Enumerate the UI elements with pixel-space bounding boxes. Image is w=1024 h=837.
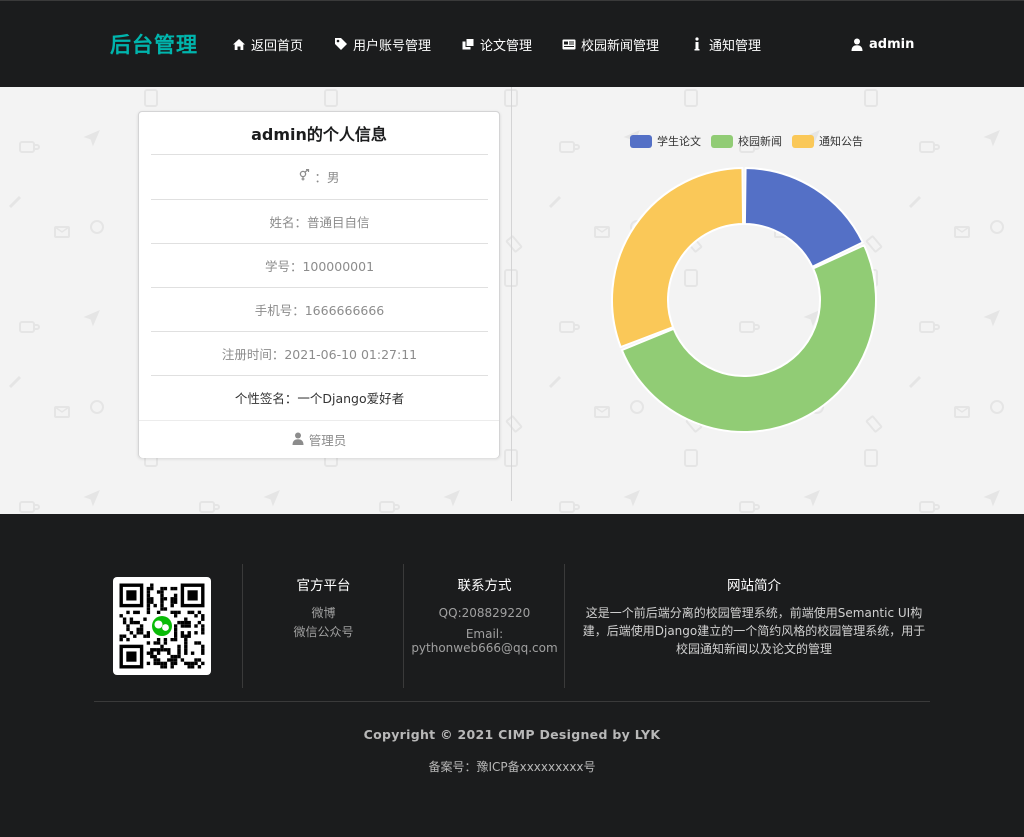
donut-slice-2[interactable]	[611, 167, 745, 349]
home-icon	[232, 37, 246, 51]
profile-role-footer: 管理员	[139, 420, 499, 458]
footer-about-column: 网站简介 这是一个前后端分离的校园管理系统，前端使用Semantic UI构建，…	[580, 574, 928, 658]
profile-student-id-row: 学号：100000001	[151, 243, 488, 287]
footer-divider	[242, 564, 243, 688]
footer-platform-column: 官方平台 微博 微信公众号	[252, 574, 395, 642]
profile-register-time: 注册时间：2021-06-10 01:27:11	[221, 347, 418, 362]
footer-about-title: 网站简介	[727, 578, 781, 594]
wechat-qr-code	[113, 577, 211, 675]
footer-contact-title: 联系方式	[457, 578, 512, 594]
footer-divider	[564, 564, 565, 688]
nav-user-admin[interactable]: admin	[850, 34, 914, 54]
profile-gender: ：男	[314, 170, 340, 185]
footer-copyright: Copyright © 2021 CIMP Designed by LYK	[363, 727, 661, 742]
footer-email-label: Email:	[465, 627, 504, 641]
profile-phone: 手机号：1666666666	[254, 303, 385, 318]
nav-user-accounts-label: 用户账号管理	[353, 38, 432, 54]
profile-name: 姓名：普通目自信	[269, 215, 370, 230]
nav-campus-news[interactable]: 校园新闻管理	[562, 34, 659, 54]
profile-gender-row: ：男	[151, 154, 488, 198]
clone-icon	[461, 37, 475, 51]
main-content: admin的个人信息 ：男 姓名：普通目自信 学号：100000001 手机号：…	[0, 87, 1024, 514]
nav-user-accounts[interactable]: 用户账号管理	[334, 34, 431, 54]
footer-contact-column: 联系方式 QQ:208829220 Email: pythonweb666@qq…	[410, 574, 559, 655]
profile-role: 管理员	[308, 433, 347, 448]
footer-link-weibo[interactable]: 微博	[252, 604, 395, 623]
nav-user-label: admin	[869, 36, 915, 52]
user-icon	[292, 432, 304, 448]
gender-icon	[299, 168, 310, 184]
nav-home-label: 返回首页	[251, 38, 304, 54]
nav-home[interactable]: 返回首页	[232, 34, 303, 54]
nav-campus-news-label: 校园新闻管理	[581, 38, 660, 54]
profile-student-id: 学号：100000001	[264, 259, 375, 274]
info-icon	[690, 37, 704, 51]
brand-logo[interactable]: 后台管理	[110, 29, 198, 59]
tag-icon	[334, 37, 348, 51]
vertical-divider	[511, 87, 512, 501]
page-footer: 官方平台 微博 微信公众号 联系方式 QQ:208829220 Email: p…	[0, 514, 1024, 837]
profile-register-row: 注册时间：2021-06-10 01:27:11	[151, 331, 488, 375]
content-pie-chart: 学生论文 校园新闻 通知公告	[520, 87, 1024, 514]
footer-icp: 备案号：豫ICP备xxxxxxxxx号	[428, 760, 596, 774]
footer-link-wechat[interactable]: 微信公众号	[252, 623, 395, 642]
top-menu: 后台管理 返回首页 用户账号管理 论文管理 校园新闻管理 通知管理 admin	[0, 0, 1024, 87]
profile-name-row: 姓名：普通目自信	[151, 199, 488, 243]
footer-platform-title: 官方平台	[296, 578, 351, 594]
footer-divider	[403, 564, 404, 688]
footer-divider	[94, 701, 930, 702]
user-icon	[850, 37, 864, 51]
footer-email[interactable]: pythonweb666@qq.com	[410, 641, 559, 655]
nav-notices-label: 通知管理	[709, 38, 762, 54]
profile-phone-row: 手机号：1666666666	[151, 287, 488, 331]
nav-notices[interactable]: 通知管理	[690, 34, 761, 54]
nav-papers-label: 论文管理	[480, 38, 533, 54]
footer-about-text: 这是一个前后端分离的校园管理系统，前端使用Semantic UI构建，后端使用D…	[582, 606, 926, 656]
donut-slice-0[interactable]	[743, 167, 864, 268]
profile-signature-row: 个性签名：一个Django爱好者	[151, 375, 488, 419]
nav-papers[interactable]: 论文管理	[461, 34, 532, 54]
profile-signature: 个性签名：一个Django爱好者	[234, 391, 405, 406]
profile-card: admin的个人信息 ：男 姓名：普通目自信 学号：100000001 手机号：…	[138, 111, 500, 458]
profile-title: admin的个人信息	[251, 125, 387, 144]
footer-qq: QQ:208829220	[438, 606, 531, 620]
donut-chart-svg	[611, 167, 877, 433]
newspaper-icon	[562, 37, 576, 51]
